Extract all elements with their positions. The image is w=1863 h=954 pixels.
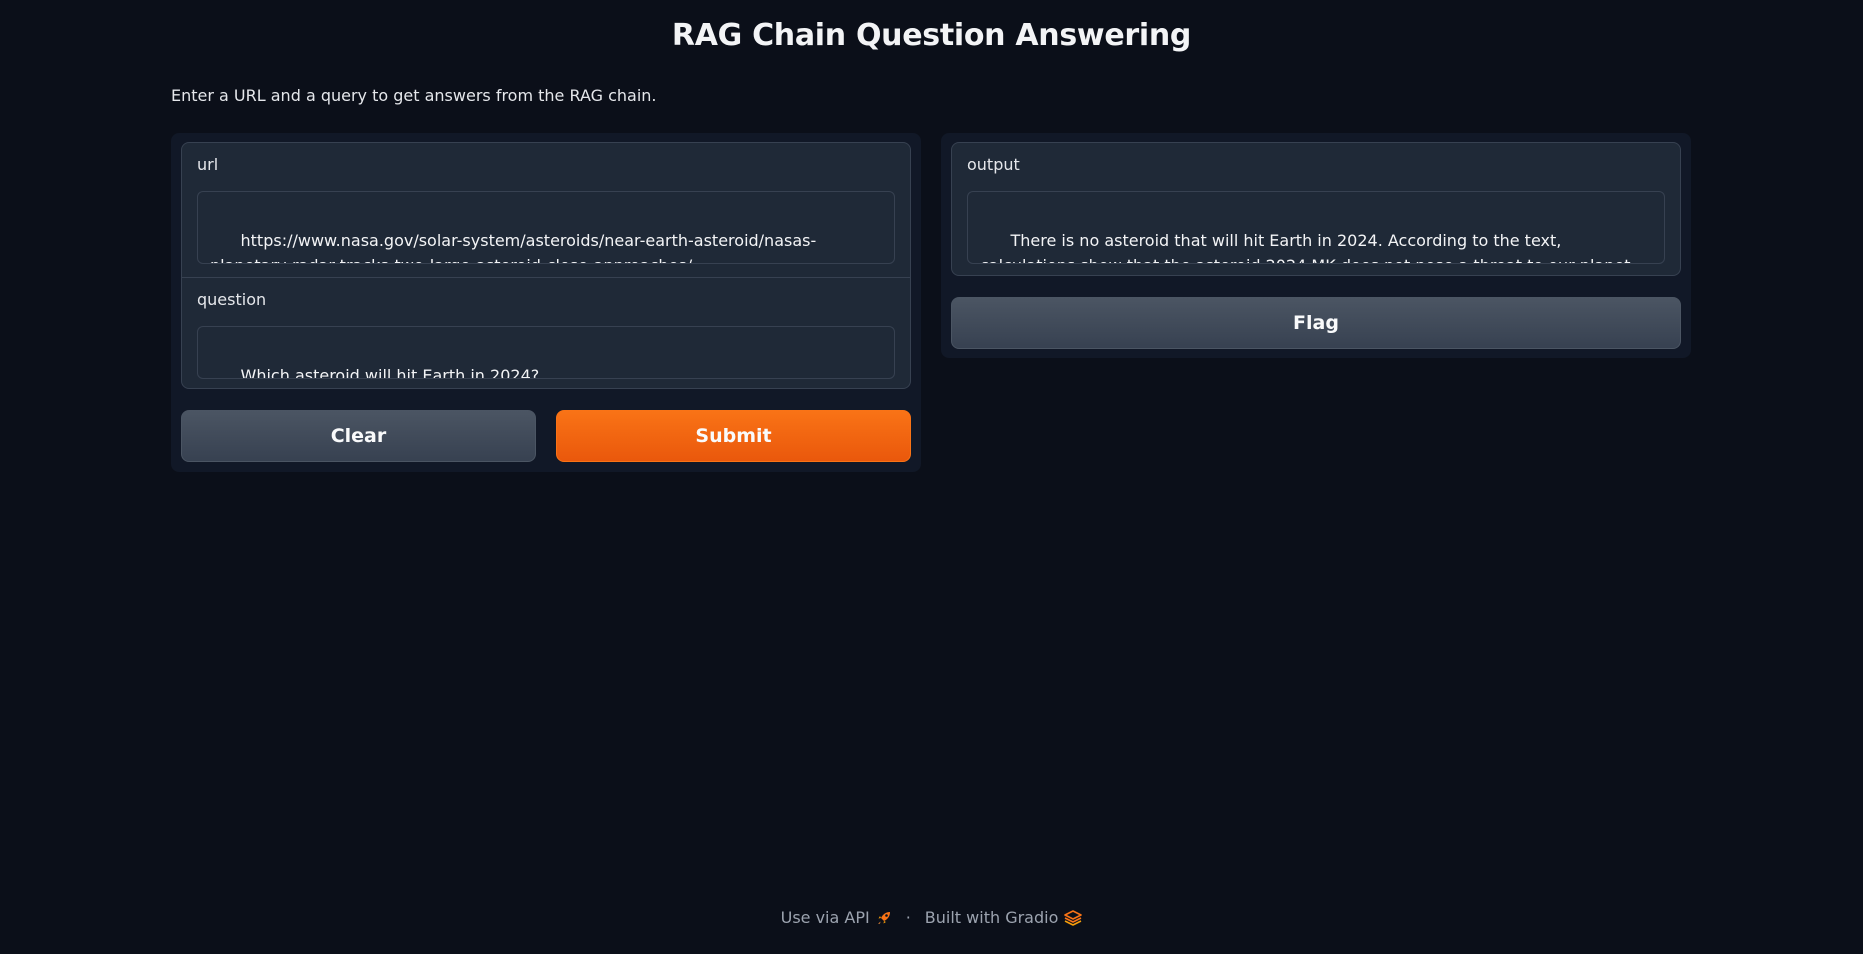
input-panel: url https://www.nasa.gov/solar-system/as…: [171, 133, 921, 472]
question-textarea[interactable]: Which asteroid will hit Earth in 2024?: [197, 326, 895, 379]
resize-grip-icon[interactable]: [884, 368, 892, 376]
page-title: RAG Chain Question Answering: [671, 18, 1192, 53]
clear-button[interactable]: Clear: [181, 410, 536, 462]
output-label: output: [967, 155, 1020, 174]
rocket-icon: [876, 910, 892, 926]
built-with-label: Built with Gradio: [924, 908, 1059, 927]
question-value: Which asteroid will hit Earth in 2024?: [240, 366, 540, 379]
output-textarea[interactable]: There is no asteroid that will hit Earth…: [967, 191, 1665, 264]
output-value: There is no asteroid that will hit Earth…: [980, 231, 1630, 263]
api-link-label: Use via API: [780, 908, 870, 927]
submit-button[interactable]: Submit: [556, 410, 911, 462]
input-form: url https://www.nasa.gov/solar-system/as…: [181, 142, 911, 389]
page-description: Enter a URL and a query to get answers f…: [171, 86, 657, 105]
question-label: question: [197, 290, 267, 309]
built-with-gradio-link[interactable]: Built with Gradio: [925, 908, 1083, 927]
footer-separator: ·: [905, 908, 911, 927]
url-label: url: [197, 155, 219, 174]
resize-grip-icon[interactable]: [1654, 253, 1662, 261]
footer: Use via API · Built with Gradio: [0, 908, 1863, 927]
use-via-api-link[interactable]: Use via API: [781, 908, 892, 927]
flag-button[interactable]: Flag: [951, 297, 1681, 349]
output-panel: output There is no asteroid that will hi…: [941, 133, 1691, 358]
url-textarea[interactable]: https://www.nasa.gov/solar-system/astero…: [197, 191, 895, 264]
resize-grip-icon[interactable]: [884, 253, 892, 261]
url-value: https://www.nasa.gov/solar-system/astero…: [210, 231, 817, 263]
field-divider: [182, 277, 910, 278]
output-form: output There is no asteroid that will hi…: [951, 142, 1681, 276]
gradio-logo-icon: [1064, 909, 1083, 926]
